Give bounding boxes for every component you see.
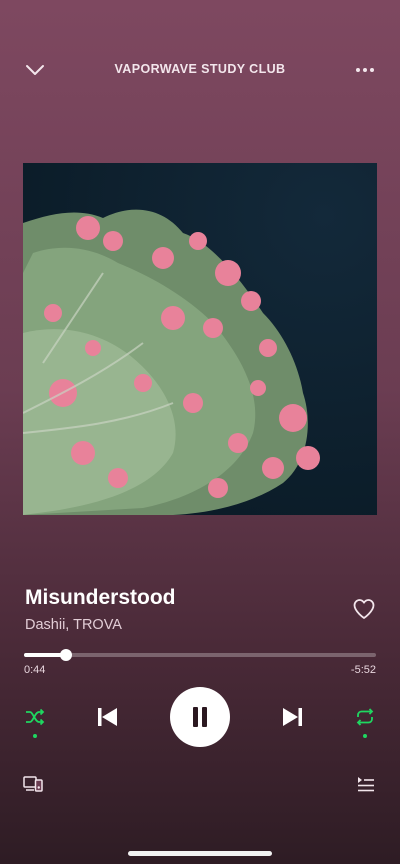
heart-icon [353,599,375,619]
queue-button[interactable] [356,774,376,794]
album-art [23,163,377,515]
more-horizontal-icon [356,68,374,72]
skip-next-icon [283,708,302,726]
repeat-button[interactable] [352,705,378,738]
shuffle-active-dot [33,734,37,738]
home-indicator[interactable] [128,851,272,856]
progress-bar[interactable] [24,649,376,661]
collapse-button[interactable] [22,58,48,82]
queue-icon [358,777,374,792]
pause-icon [193,707,207,727]
now-playing-screen: VAPORWAVE STUDY CLUB Misunderstood Dashi… [0,0,400,864]
elapsed-time: 0:44 [24,664,46,676]
playlist-title: VAPORWAVE STUDY CLUB [114,62,286,76]
more-options-button[interactable] [352,58,378,82]
chevron-down-icon [26,65,44,75]
repeat-active-dot [363,734,367,738]
like-button[interactable] [352,597,376,621]
top-bar: VAPORWAVE STUDY CLUB [0,52,400,88]
next-button[interactable] [278,702,308,732]
shuffle-button[interactable] [22,705,48,738]
devices-button[interactable] [22,774,44,794]
skip-previous-icon [98,708,117,726]
remaining-time: -5:52 [350,664,376,676]
shuffle-icon [26,708,45,726]
track-artist[interactable]: Dashii, TROVA [25,617,122,633]
track-title: Misunderstood [25,586,176,609]
progress-handle[interactable] [59,649,72,661]
play-pause-button[interactable] [170,687,230,747]
devices-icon [23,776,43,792]
previous-button[interactable] [92,702,122,732]
repeat-icon [356,708,374,726]
